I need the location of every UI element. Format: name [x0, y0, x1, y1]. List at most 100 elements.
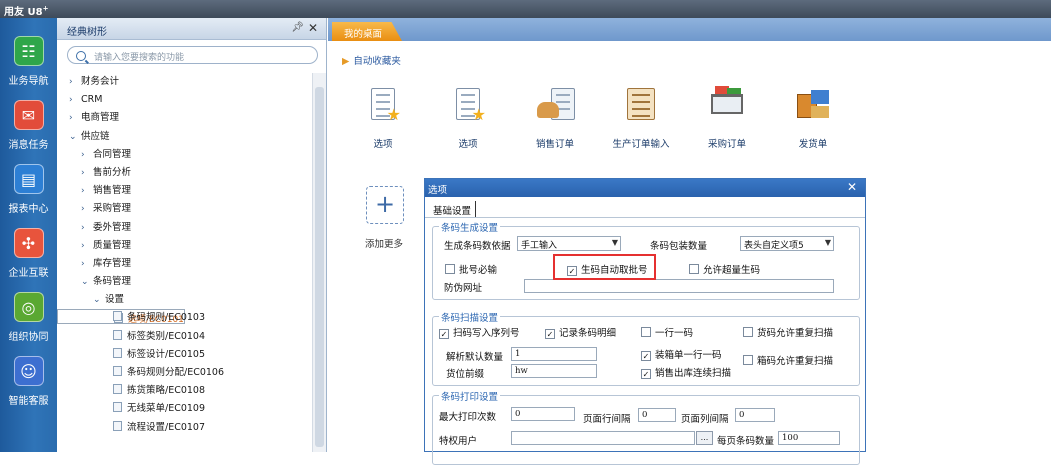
box-repeat-checkbox[interactable]: 箱码允许重复扫描: [743, 353, 833, 367]
favorite-label: 销售订单: [535, 139, 574, 150]
tree-folder-item[interactable]: › 销售管理: [57, 182, 313, 200]
chevron-right-icon[interactable]: ›: [81, 182, 93, 200]
max-print-input[interactable]: 0: [511, 407, 575, 421]
tree-folder-item[interactable]: › 库存管理: [57, 255, 313, 273]
favorite-label: 选项: [373, 139, 393, 150]
tree-item-label: 流程设置/EC0107: [127, 421, 206, 433]
tree-folder-item[interactable]: › 委外管理: [57, 219, 313, 237]
delivery-note-icon: [795, 86, 831, 124]
one-row-one-code-checkbox[interactable]: 一行一码: [641, 325, 693, 339]
group-barcode-scan: 条码扫描设置 ✓ 扫码写入序列号 ✓ 记录条码明细 一行一码 货码允许重复扫描 解析…: [432, 310, 860, 386]
rail-label: 消息任务: [8, 140, 49, 151]
triangle-icon: ▶: [342, 56, 350, 67]
close-icon[interactable]: ✕: [308, 21, 318, 35]
chevron-down-icon[interactable]: ⌄: [81, 273, 93, 291]
chevron-right-icon[interactable]: ›: [81, 219, 93, 237]
batch-required-checkbox[interactable]: 批号必输: [445, 262, 497, 276]
chevron-down-icon[interactable]: ⌄: [93, 291, 105, 309]
add-more-button[interactable]: +: [366, 186, 404, 224]
pick-repeat-checkbox[interactable]: 货码允许重复扫描: [743, 325, 833, 339]
chevron-right-icon[interactable]: ›: [69, 73, 81, 91]
scrollbar-thumb[interactable]: [315, 87, 324, 447]
group-title: 条码打印设置: [439, 389, 501, 403]
chevron-down-icon: ▼: [824, 238, 831, 247]
pack-one-row-checkbox[interactable]: ✓ 装箱单一行一码: [641, 347, 722, 361]
tab-my-desktop[interactable]: 我的桌面: [332, 22, 402, 41]
favorite-options-1[interactable]: ★ 选项: [343, 86, 423, 150]
document-icon: [113, 384, 122, 395]
tree-folder-item[interactable]: › 采购管理: [57, 200, 313, 218]
chevron-down-icon[interactable]: ⌄: [69, 128, 81, 146]
tree-folder-item[interactable]: › CRM: [57, 91, 313, 109]
anti-fake-input[interactable]: [524, 279, 834, 293]
sale-out-scan-checkbox[interactable]: ✓ 销售出库连续扫描: [641, 365, 731, 379]
checkmark-icon: ✓: [641, 351, 651, 361]
per-page-label: 每页条码数量: [717, 436, 775, 447]
rail-business-nav[interactable]: ☷ 业务导航: [0, 36, 57, 87]
document-icon: [113, 402, 122, 413]
tree-folder-item[interactable]: ⌄ 设置: [57, 291, 313, 309]
tree-leaf-item[interactable]: 标签类别/EC0104: [57, 328, 313, 346]
pack-qty-select[interactable]: 表头自定义项5 ▼: [740, 236, 834, 251]
browse-button[interactable]: ...: [696, 431, 713, 445]
tree-folder-item[interactable]: ⌄ 供应链: [57, 128, 313, 146]
basis-select[interactable]: 手工输入 ▼: [517, 236, 621, 251]
anti-fake-label: 防伪网址: [444, 283, 483, 294]
tree-leaf-item[interactable]: 流程设置/EC0107: [57, 419, 313, 437]
rail-label: 报表中心: [8, 204, 49, 215]
tree-leaf-item[interactable]: 条码规则分配/EC0106: [57, 364, 313, 382]
close-icon[interactable]: ✕: [847, 180, 857, 194]
chevron-right-icon[interactable]: ›: [81, 237, 93, 255]
tree-folder-item[interactable]: › 质量管理: [57, 237, 313, 255]
priv-user-label: 特权用户: [439, 436, 478, 447]
favorite-production-order[interactable]: 生产订单输入: [601, 86, 681, 150]
left-rail: ☷ 业务导航 ✉ 消息任务 ▤ 报表中心 ✣ 企业互联 ◎ 组织协同 ☺ 智能客…: [0, 18, 57, 452]
chevron-right-icon[interactable]: ›: [69, 91, 81, 109]
tree-leaf-item[interactable]: 标签设计/EC0105: [57, 346, 313, 364]
tree-folder-item[interactable]: ⌄ 条码管理: [57, 273, 313, 291]
favorite-purchase-order[interactable]: 采购订单: [687, 86, 767, 150]
parse-qty-input[interactable]: 1: [511, 347, 597, 361]
row-gap-input[interactable]: 0: [638, 408, 676, 422]
priv-user-input[interactable]: [511, 431, 695, 445]
chevron-right-icon[interactable]: ›: [81, 200, 93, 218]
dialog-title-bar: 选项 ✕: [425, 179, 865, 197]
per-page-input[interactable]: 100: [778, 431, 840, 445]
pin-icon[interactable]: 📌︎: [291, 22, 304, 33]
rail-label: 业务导航: [8, 76, 49, 87]
chevron-right-icon[interactable]: ›: [81, 164, 93, 182]
loc-prefix-input[interactable]: hw: [511, 364, 597, 378]
chevron-right-icon[interactable]: ›: [69, 109, 81, 127]
col-gap-input[interactable]: 0: [735, 408, 775, 422]
tree-folder-item[interactable]: › 财务会计: [57, 73, 313, 91]
tree-item-label: 库存管理: [93, 257, 132, 269]
tree-folder-item[interactable]: › 电商管理: [57, 109, 313, 127]
tree-leaf-item[interactable]: 条码规则/EC0103: [57, 309, 313, 327]
tree-scrollbar[interactable]: [312, 73, 326, 452]
scan-serial-label: 扫码写入序列号: [453, 328, 520, 339]
tab-basic-settings[interactable]: 基础设置: [431, 201, 477, 217]
tree-search-input[interactable]: 请输入您要搜索的功能: [67, 46, 318, 64]
favorite-options-2[interactable]: ★ 选项: [428, 86, 508, 150]
favorites-title-text: 自动收藏夹: [353, 56, 401, 67]
tree-leaf-item[interactable]: 拣货策略/EC0108: [57, 382, 313, 400]
rail-smart-service[interactable]: ☺ 智能客服: [0, 356, 57, 407]
tree-folder-item[interactable]: › 合同管理: [57, 146, 313, 164]
tree-item-label: 财务会计: [81, 76, 120, 87]
scan-serial-checkbox[interactable]: ✓ 扫码写入序列号: [439, 325, 520, 339]
record-detail-checkbox[interactable]: ✓ 记录条码明细: [545, 325, 616, 339]
favorite-sales-order[interactable]: 销售订单: [515, 86, 595, 150]
favorite-delivery-note[interactable]: 发货单: [773, 86, 853, 150]
rail-report-center[interactable]: ▤ 报表中心: [0, 164, 57, 215]
tree-folder-item[interactable]: › 售前分析: [57, 164, 313, 182]
rail-message-task[interactable]: ✉ 消息任务: [0, 100, 57, 151]
purchase-order-icon: [709, 86, 745, 124]
checkbox-box: [743, 327, 753, 337]
tree-leaf-item[interactable]: 无线菜单/EC0109: [57, 400, 313, 418]
report-center-icon: ▤: [13, 164, 44, 194]
rail-org-collab[interactable]: ◎ 组织协同: [0, 292, 57, 343]
chevron-right-icon[interactable]: ›: [81, 255, 93, 273]
allow-over-checkbox[interactable]: 允许超量生码: [689, 262, 760, 276]
rail-enterprise-connect[interactable]: ✣ 企业互联: [0, 228, 57, 279]
chevron-right-icon[interactable]: ›: [81, 146, 93, 164]
